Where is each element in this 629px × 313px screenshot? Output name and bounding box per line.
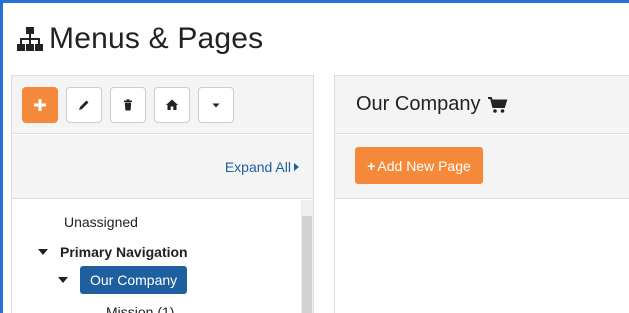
scroll-thumb[interactable] [302, 216, 312, 313]
more-dropdown-button[interactable] [198, 87, 234, 123]
caret-down-icon [212, 103, 220, 108]
home-icon [166, 99, 178, 110]
app-frame: Menus & Pages Expand All Unassigned Prim… [0, 0, 629, 313]
menu-tree-panel: Expand All Unassigned Primary Navigation… [11, 75, 314, 313]
delete-button[interactable] [110, 87, 146, 123]
tree-item-mission[interactable]: Mission (1) [106, 304, 174, 313]
tree-item-label: Mission (1) [106, 304, 175, 313]
tree-scrollbar[interactable] [301, 200, 313, 313]
tree-item-label: Unassigned [64, 214, 138, 230]
sitemap-icon [17, 27, 43, 51]
trash-icon [124, 99, 132, 111]
tree-toolbar [12, 76, 313, 134]
page-detail-toolbar: + Add New Page [335, 135, 629, 199]
plus-icon [34, 99, 46, 111]
plus-icon: + [367, 157, 376, 174]
pencil-icon [79, 100, 89, 110]
page-title: Menus & Pages [49, 22, 264, 55]
tree-item-label: Primary Navigation [60, 244, 188, 260]
collapse-caret-icon[interactable] [58, 277, 68, 283]
tree-item-unassigned[interactable]: Unassigned [64, 214, 138, 230]
page-detail-title: Our Company [356, 93, 481, 115]
page-detail-panel: Our Company + Add New Page [334, 75, 629, 313]
add-new-page-button[interactable]: + Add New Page [355, 147, 483, 184]
expand-all-link[interactable]: Expand All [225, 159, 299, 175]
menu-tree: Unassigned Primary Navigation Our Compan… [12, 200, 313, 313]
add-new-page-label: Add New Page [377, 157, 471, 174]
caret-right-icon [294, 163, 299, 171]
collapse-caret-icon[interactable] [38, 249, 48, 255]
expand-all-label: Expand All [224, 159, 291, 175]
page-header: Menus & Pages [15, 19, 263, 59]
page-detail-header: Our Company [335, 76, 629, 134]
expand-bar: Expand All [12, 135, 313, 199]
cart-icon [487, 96, 507, 113]
tree-item-label-selected: Our Company [80, 266, 188, 294]
add-button[interactable] [22, 87, 58, 123]
home-button[interactable] [154, 87, 190, 123]
tree-item-primary-navigation[interactable]: Primary Navigation [38, 244, 188, 260]
tree-item-our-company[interactable]: Our Company [58, 266, 188, 294]
edit-button[interactable] [66, 87, 102, 123]
